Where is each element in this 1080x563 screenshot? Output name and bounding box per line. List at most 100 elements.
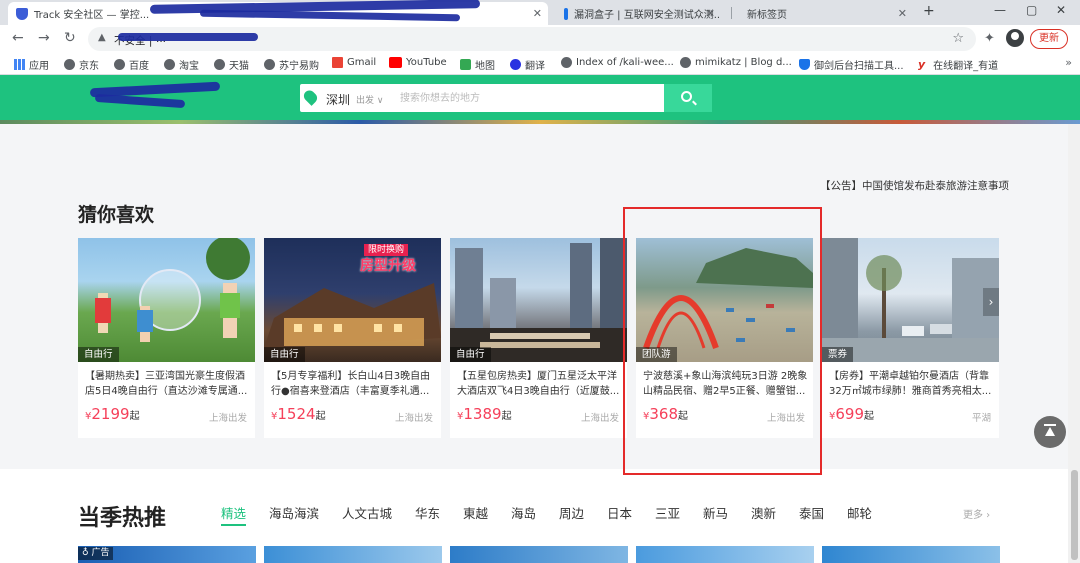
bookmark-star-icon[interactable]: ☆ bbox=[952, 31, 964, 46]
more-link[interactable]: 更多 › bbox=[963, 506, 990, 521]
back-arrow-icon[interactable]: ← bbox=[12, 30, 24, 46]
season-tab[interactable]: 邮轮 bbox=[847, 503, 872, 522]
card-title[interactable]: 【暑期热卖】三亚湾国光豪生度假酒店5日4晚自由行（直达沙滩专属通... bbox=[85, 369, 250, 399]
tab-loudong-hezi[interactable]: 漏洞盒子 | 互联网安全测试众测... ✕ bbox=[556, 2, 721, 25]
bookmark-kali-index[interactable]: Index of /kali-wee... bbox=[561, 57, 674, 68]
card-price: ¥1524起 bbox=[271, 405, 326, 423]
price-unit: 起 bbox=[315, 411, 326, 422]
card-title[interactable]: 【房券】平潮卓越铂尔曼酒店（背靠32万㎡城市绿肺！雅商首秀亮相太... bbox=[829, 369, 994, 399]
new-tab-button[interactable]: + bbox=[923, 3, 935, 19]
bookmark-label: 苏宁易购 bbox=[279, 61, 319, 72]
season-tab[interactable]: 精选 bbox=[221, 503, 246, 522]
card-photo-illustration bbox=[450, 238, 627, 362]
season-card-image[interactable] bbox=[450, 546, 628, 563]
season-tab[interactable]: 华东 bbox=[415, 503, 440, 522]
bookmark-youtube[interactable]: YouTube bbox=[389, 57, 447, 68]
close-icon[interactable]: ✕ bbox=[898, 7, 907, 20]
minimize-button[interactable]: — bbox=[994, 3, 1006, 17]
bookmark-label: 地图 bbox=[475, 61, 495, 72]
bookmark-youdao[interactable]: y 在线翻译_有道 bbox=[918, 57, 998, 72]
globe-icon bbox=[64, 59, 75, 70]
bookmark-tmall[interactable]: 天猫 bbox=[214, 57, 249, 72]
reload-icon[interactable]: ↻ bbox=[64, 30, 76, 46]
tab-title: Track 安全社区 — 掌控... bbox=[34, 10, 150, 21]
back-to-top-button[interactable] bbox=[1034, 416, 1066, 448]
season-tab[interactable]: 澳新 bbox=[751, 503, 776, 522]
product-card[interactable]: 自由行 【五星包房热卖】厦门五星泛太平洋大酒店双飞4日3晚自由行（近厦鼓... … bbox=[450, 238, 627, 438]
card-departure: 上海出发 bbox=[580, 413, 619, 424]
close-icon[interactable]: ✕ bbox=[706, 7, 715, 20]
price-unit: 起 bbox=[129, 411, 140, 422]
card-image: 限时换购 房型升级 自由行 bbox=[264, 238, 441, 362]
card-title[interactable]: 【五星包房热卖】厦门五星泛太平洋大酒店双飞4日3晚自由行（近厦鼓... bbox=[457, 369, 622, 399]
site-header: 深圳 出发 ∨ bbox=[0, 75, 1080, 120]
price-unit: 起 bbox=[864, 411, 875, 422]
search-box: 深圳 出发 ∨ bbox=[300, 84, 712, 112]
bookmark-jd[interactable]: 京东 bbox=[64, 57, 99, 72]
tab-title: 新标签页 bbox=[747, 10, 787, 21]
season-card-image[interactable] bbox=[636, 546, 814, 563]
card-image: 票券 bbox=[822, 238, 999, 362]
promo-tag: 限时换购 bbox=[364, 244, 409, 256]
bookmark-yujian[interactable]: 御剑后台扫描工具... bbox=[799, 57, 904, 72]
ad-badge: ♁ 广告 bbox=[78, 547, 114, 560]
globe-icon bbox=[561, 57, 572, 68]
product-card[interactable]: 票券 【房券】平潮卓越铂尔曼酒店（背靠32万㎡城市绿肺！雅商首秀亮相太... ¥… bbox=[822, 238, 999, 438]
search-button[interactable] bbox=[664, 84, 712, 112]
bookmark-apps[interactable]: 应用 bbox=[14, 57, 49, 72]
forward-arrow-icon[interactable]: → bbox=[38, 30, 50, 46]
product-card[interactable]: 自由行 【暑期热卖】三亚湾国光豪生度假酒店5日4晚自由行（直达沙滩专属通... … bbox=[78, 238, 255, 438]
season-tab[interactable]: 泰国 bbox=[799, 503, 824, 522]
page-scrollbar-thumb[interactable] bbox=[1071, 470, 1078, 560]
bookmark-label: 在线翻译_有道 bbox=[933, 61, 999, 72]
update-button[interactable]: 更新 bbox=[1030, 29, 1068, 49]
season-tab[interactable]: 東越 bbox=[463, 503, 488, 522]
search-input[interactable] bbox=[400, 88, 658, 108]
season-tab[interactable]: 周边 bbox=[559, 503, 584, 522]
browser-toolbar: ← → ↻ ▲ 不安全 | ... ☆ ✦ 更新 bbox=[0, 25, 1080, 53]
card-title[interactable]: 【5月专享福利】长白山4日3晚自由行●宿喜来登酒店（丰富夏季礼遇... bbox=[271, 369, 436, 399]
close-window-button[interactable]: ✕ bbox=[1056, 3, 1066, 17]
tab-new-tab[interactable]: 新标签页 ✕ bbox=[733, 2, 913, 25]
profile-avatar-icon[interactable] bbox=[1006, 29, 1024, 47]
depart-text: 出发 bbox=[356, 96, 375, 106]
depart-label[interactable]: 出发 ∨ bbox=[356, 93, 383, 106]
card-price: ¥699起 bbox=[829, 405, 874, 423]
extensions-icon[interactable]: ✦ bbox=[984, 31, 995, 46]
maximize-button[interactable]: ▢ bbox=[1026, 3, 1037, 17]
carousel-next-button[interactable]: › bbox=[983, 288, 999, 316]
season-card-image[interactable] bbox=[822, 546, 1000, 563]
bookmark-baidu[interactable]: 百度 bbox=[114, 57, 149, 72]
bookmark-maps[interactable]: 地图 bbox=[460, 57, 495, 72]
bookmark-label: 淘宝 bbox=[179, 61, 199, 72]
season-tab[interactable]: 海岛 bbox=[511, 503, 536, 522]
season-tab[interactable]: 人文古城 bbox=[342, 503, 392, 522]
shield-icon bbox=[799, 59, 810, 70]
season-tab[interactable]: 海岛海滨 bbox=[269, 503, 319, 522]
bookmark-label: 御剑后台扫描工具... bbox=[814, 61, 904, 72]
bookmark-gmail[interactable]: Gmail bbox=[332, 57, 376, 68]
bookmark-translate[interactable]: 翻译 bbox=[510, 57, 545, 72]
bookmarks-overflow-icon[interactable]: » bbox=[1065, 56, 1072, 69]
season-tab[interactable]: 新马 bbox=[703, 503, 728, 522]
bookmark-label: 应用 bbox=[29, 61, 49, 72]
warning-icon[interactable]: ▲ bbox=[98, 32, 106, 43]
season-tab[interactable]: 日本 bbox=[607, 503, 632, 522]
bookmark-suning[interactable]: 苏宁易购 bbox=[264, 57, 319, 72]
bookmark-label: Index of /kali-wee... bbox=[576, 57, 674, 68]
bookmark-label: 翻译 bbox=[525, 61, 545, 72]
bookmark-taobao[interactable]: 淘宝 bbox=[164, 57, 199, 72]
card-image: 自由行 bbox=[78, 238, 255, 362]
search-icon bbox=[681, 91, 692, 102]
card-photo-illustration bbox=[822, 238, 999, 362]
bookmark-mimikatz[interactable]: mimikatz | Blog d... bbox=[680, 57, 792, 68]
season-tab[interactable]: 三亚 bbox=[655, 503, 680, 522]
close-icon[interactable]: ✕ bbox=[533, 7, 542, 20]
notice-link[interactable]: 【公告】中国使馆发布赴泰旅游注意事项 bbox=[820, 178, 1009, 193]
product-card[interactable]: 限时换购 房型升级 自由行 【5月专享福利】长白山4日3晚自由行●宿喜来登酒店（… bbox=[264, 238, 441, 438]
city-selector[interactable]: 深圳 bbox=[326, 91, 350, 108]
season-card-image[interactable] bbox=[264, 546, 442, 563]
card-departure: 平湖 bbox=[971, 413, 991, 424]
bookmark-label: 京东 bbox=[79, 61, 99, 72]
active-tab-underline bbox=[221, 524, 246, 526]
